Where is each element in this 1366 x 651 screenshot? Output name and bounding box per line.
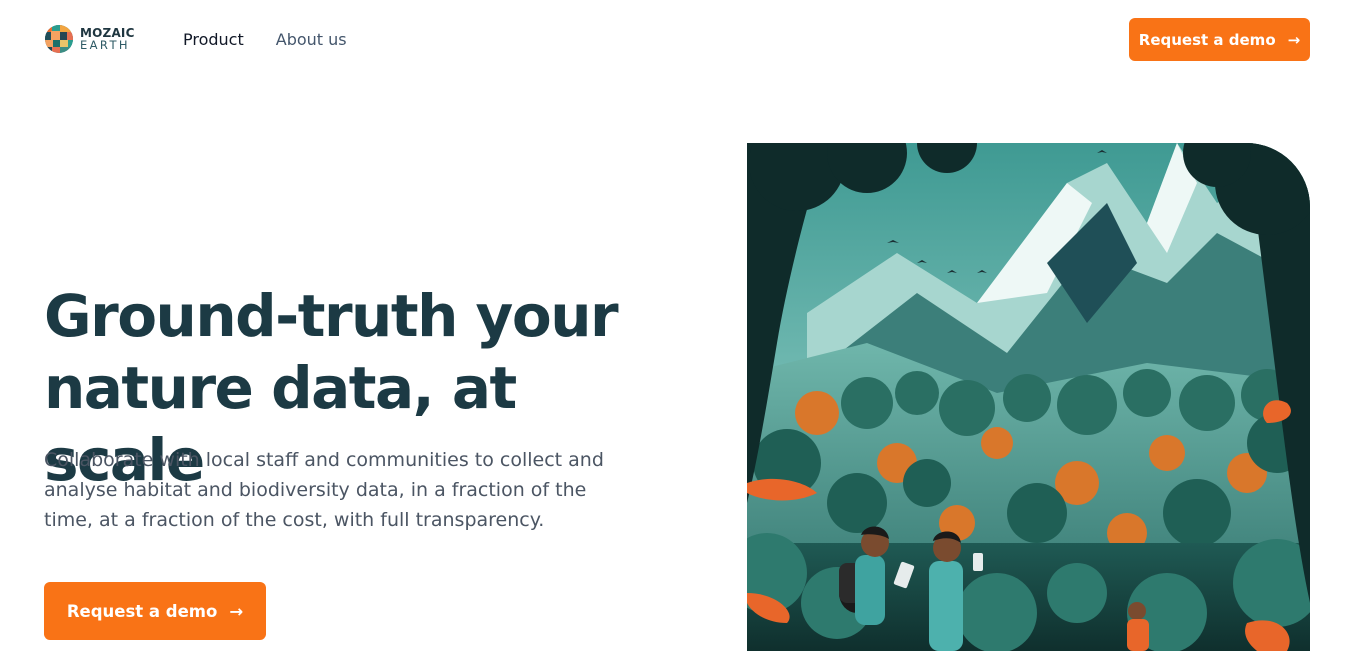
mosaic-globe-icon — [45, 25, 73, 53]
brand-logo[interactable]: MOZAIC EARTH — [44, 24, 135, 54]
hero-illustration — [747, 143, 1310, 651]
nav-product-link[interactable]: Product — [183, 30, 244, 50]
header-request-demo-button[interactable]: Request a demo → — [1129, 18, 1310, 61]
jungle-explorers-illustration — [747, 143, 1310, 651]
main-nav: Product About us — [183, 30, 347, 50]
hero-subtext: Collaborate with local staff and communi… — [44, 449, 604, 531]
brand-name-bottom: EARTH — [80, 38, 130, 52]
hero-request-demo-button[interactable]: Request a demo → — [44, 582, 266, 640]
header-cta-label: Request a demo — [1138, 30, 1276, 49]
hero-cta-label: Request a demo — [66, 601, 218, 621]
arrow-right-icon: → — [1287, 30, 1301, 49]
nav-about-us-link[interactable]: About us — [276, 30, 347, 50]
arrow-right-icon: → — [229, 601, 244, 621]
